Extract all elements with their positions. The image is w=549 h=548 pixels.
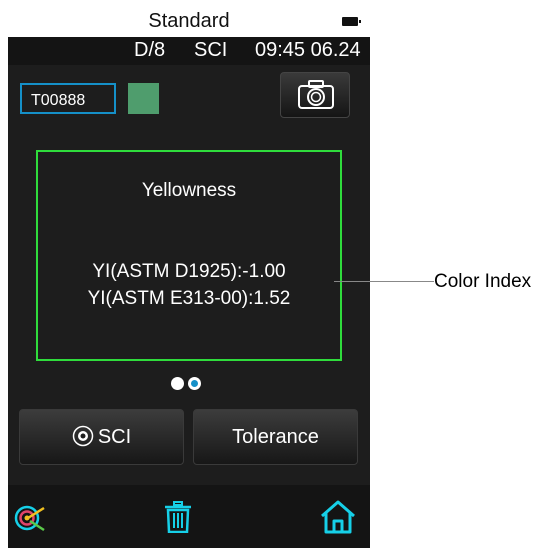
- yi-d1925-value: YI(ASTM D1925):-1.00: [92, 261, 286, 282]
- target-icon[interactable]: [14, 503, 48, 533]
- mode-label: SCI: [194, 39, 228, 61]
- color-index-panel: Yellowness YI(ASTM D1925):-1.00 YI(ASTM …: [36, 150, 342, 361]
- measure-mode-icon: [72, 425, 94, 447]
- page-dot-active[interactable]: [188, 377, 201, 390]
- panel-title: Yellowness: [141, 180, 237, 201]
- sci-button-label: SCI: [97, 426, 132, 448]
- camera-button[interactable]: [280, 72, 350, 118]
- status-title: Standard: [148, 10, 230, 32]
- color-swatch: [128, 83, 159, 114]
- tolerance-button-label: Tolerance: [232, 426, 319, 448]
- yi-e313-value: YI(ASTM E313-00):1.52: [87, 288, 291, 309]
- callout-label: Color Index: [434, 271, 532, 292]
- camera-icon: [298, 80, 334, 109]
- bottom-toolbar: [8, 485, 370, 548]
- device-screen: Standard D/8 SCI 09:45 06.24 T00888 Yell…: [8, 7, 370, 548]
- info-row: D/8 SCI 09:45 06.24: [8, 37, 370, 65]
- battery-icon: [342, 17, 361, 26]
- sample-name-field[interactable]: T00888: [20, 83, 116, 114]
- status-bar: Standard: [8, 7, 370, 39]
- sci-button[interactable]: SCI: [19, 409, 184, 465]
- geometry-label: D/8: [134, 39, 166, 61]
- tolerance-button[interactable]: Tolerance: [193, 409, 358, 465]
- trash-icon[interactable]: [164, 501, 192, 533]
- time-label: 09:45 06.24: [255, 39, 361, 61]
- home-icon[interactable]: [320, 500, 356, 534]
- callout-line: [334, 281, 434, 282]
- page-dot[interactable]: [171, 377, 184, 390]
